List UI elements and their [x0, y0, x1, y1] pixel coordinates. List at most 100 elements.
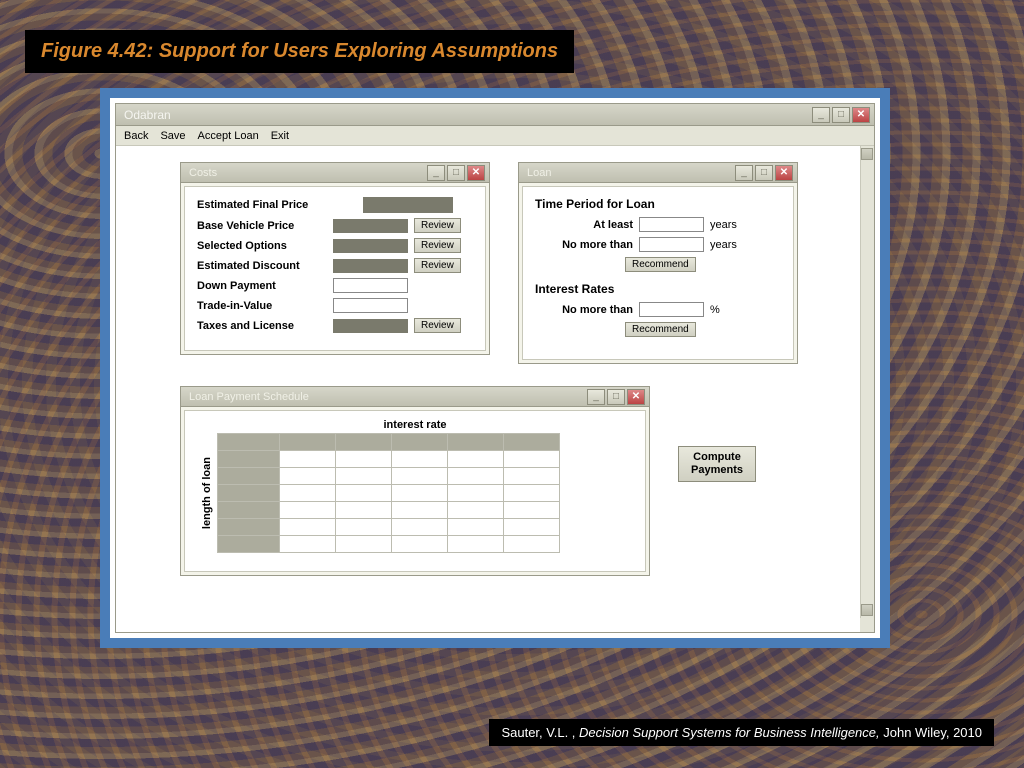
- grid-cell: [392, 468, 448, 485]
- review-button[interactable]: Review: [414, 318, 461, 333]
- grid-cell: [448, 485, 504, 502]
- at-least-label: At least: [553, 219, 633, 231]
- main-app-window: Odabran _ □ ✕ Back Save Accept Loan Exit…: [115, 103, 875, 633]
- no-more-than-rate-input[interactable]: [639, 302, 704, 317]
- grid-col-header: [280, 434, 336, 451]
- loan-titlebar: Loan _ □ ✕: [519, 163, 797, 183]
- cost-row-label: Trade-in-Value: [197, 300, 327, 312]
- grid-cell: [504, 451, 560, 468]
- recommend-time-button[interactable]: Recommend: [625, 257, 696, 272]
- scroll-up-icon[interactable]: [861, 148, 873, 160]
- cost-value-input[interactable]: [333, 278, 408, 293]
- cost-row: Selected Options Review: [197, 238, 473, 253]
- credit-book: Decision Support Systems for Business In…: [579, 725, 883, 740]
- percent-unit: %: [710, 304, 720, 316]
- grid-row-header: [218, 502, 280, 519]
- menu-accept-loan[interactable]: Accept Loan: [198, 130, 259, 142]
- cost-value-bar: [333, 219, 408, 233]
- grid-cell: [448, 519, 504, 536]
- grid-cell: [392, 502, 448, 519]
- grid-cell: [392, 519, 448, 536]
- grid-cell: [336, 536, 392, 553]
- grid-cell: [280, 519, 336, 536]
- minimize-icon[interactable]: _: [427, 165, 445, 181]
- grid-cell: [280, 451, 336, 468]
- minimize-icon[interactable]: _: [587, 389, 605, 405]
- grid-cell: [504, 468, 560, 485]
- at-least-input[interactable]: [639, 217, 704, 232]
- interest-rates-heading: Interest Rates: [535, 282, 781, 296]
- menu-exit[interactable]: Exit: [271, 130, 289, 142]
- schedule-title: Loan Payment Schedule: [185, 391, 309, 403]
- estimated-final-price-label: Estimated Final Price: [197, 199, 357, 211]
- years-unit: years: [710, 219, 737, 231]
- cost-row-label: Taxes and License: [197, 320, 327, 332]
- review-button[interactable]: Review: [414, 258, 461, 273]
- cost-row: Taxes and License Review: [197, 318, 473, 333]
- cost-row-label: Selected Options: [197, 240, 327, 252]
- credit-author: Sauter, V.L. ,: [501, 725, 579, 740]
- recommend-rate-button[interactable]: Recommend: [625, 322, 696, 337]
- schedule-window: Loan Payment Schedule _ □ ✕ interest rat…: [180, 386, 650, 576]
- credit-caption: Sauter, V.L. , Decision Support Systems …: [489, 719, 994, 746]
- grid-cell: [392, 536, 448, 553]
- close-icon[interactable]: ✕: [852, 107, 870, 123]
- resize-grip-icon[interactable]: [860, 618, 874, 632]
- grid-cell: [504, 519, 560, 536]
- grid-cell: [392, 451, 448, 468]
- credit-publisher: John Wiley, 2010: [883, 725, 982, 740]
- minimize-icon[interactable]: _: [812, 107, 830, 123]
- x-axis-label: interest rate: [201, 419, 629, 431]
- cost-value-input[interactable]: [333, 298, 408, 313]
- compute-payments-button[interactable]: Compute Payments: [678, 446, 756, 482]
- y-axis-label: length of loan: [201, 457, 213, 529]
- no-more-than-time-label: No more than: [553, 239, 633, 251]
- figure-title-text: Figure 4.42: Support for Users Exploring…: [41, 40, 558, 62]
- main-window-controls: _ □ ✕: [812, 107, 870, 123]
- costs-titlebar: Costs _ □ ✕: [181, 163, 489, 183]
- compute-label-line1: Compute: [693, 451, 741, 463]
- figure-frame: Odabran _ □ ✕ Back Save Accept Loan Exit…: [100, 88, 890, 648]
- menu-bar: Back Save Accept Loan Exit: [116, 126, 874, 146]
- cost-row: Down Payment: [197, 278, 473, 293]
- grid-row-header: [218, 468, 280, 485]
- cost-row: Trade-in-Value: [197, 298, 473, 313]
- grid-col-header: [392, 434, 448, 451]
- grid-row-header: [218, 485, 280, 502]
- maximize-icon[interactable]: □: [447, 165, 465, 181]
- review-button[interactable]: Review: [414, 238, 461, 253]
- years-unit: years: [710, 239, 737, 251]
- grid-cell: [336, 519, 392, 536]
- grid-cell: [336, 468, 392, 485]
- grid-cell: [280, 502, 336, 519]
- grid-row-header: [218, 536, 280, 553]
- grid-row-header: [218, 451, 280, 468]
- main-titlebar: Odabran _ □ ✕: [116, 104, 874, 126]
- cost-value-bar: [333, 239, 408, 253]
- maximize-icon[interactable]: □: [607, 389, 625, 405]
- grid-cell: [280, 536, 336, 553]
- minimize-icon[interactable]: _: [735, 165, 753, 181]
- scroll-down-icon[interactable]: [861, 604, 873, 616]
- no-more-than-time-input[interactable]: [639, 237, 704, 252]
- maximize-icon[interactable]: □: [755, 165, 773, 181]
- cost-row-label: Estimated Discount: [197, 260, 327, 272]
- grid-cell: [448, 502, 504, 519]
- grid-cell: [504, 502, 560, 519]
- cost-row-label: Down Payment: [197, 280, 327, 292]
- cost-value-bar: [333, 319, 408, 333]
- compute-label-line2: Payments: [691, 464, 743, 476]
- loan-window: Loan _ □ ✕ Time Period for Loan At least…: [518, 162, 798, 364]
- vertical-scrollbar[interactable]: [860, 146, 874, 632]
- schedule-titlebar: Loan Payment Schedule _ □ ✕: [181, 387, 649, 407]
- close-icon[interactable]: ✕: [627, 389, 645, 405]
- close-icon[interactable]: ✕: [775, 165, 793, 181]
- payment-grid: [217, 433, 560, 553]
- maximize-icon[interactable]: □: [832, 107, 850, 123]
- menu-save[interactable]: Save: [160, 130, 185, 142]
- grid-cell: [280, 485, 336, 502]
- review-button[interactable]: Review: [414, 218, 461, 233]
- figure-title-caption: Figure 4.42: Support for Users Exploring…: [25, 30, 574, 73]
- menu-back[interactable]: Back: [124, 130, 148, 142]
- close-icon[interactable]: ✕: [467, 165, 485, 181]
